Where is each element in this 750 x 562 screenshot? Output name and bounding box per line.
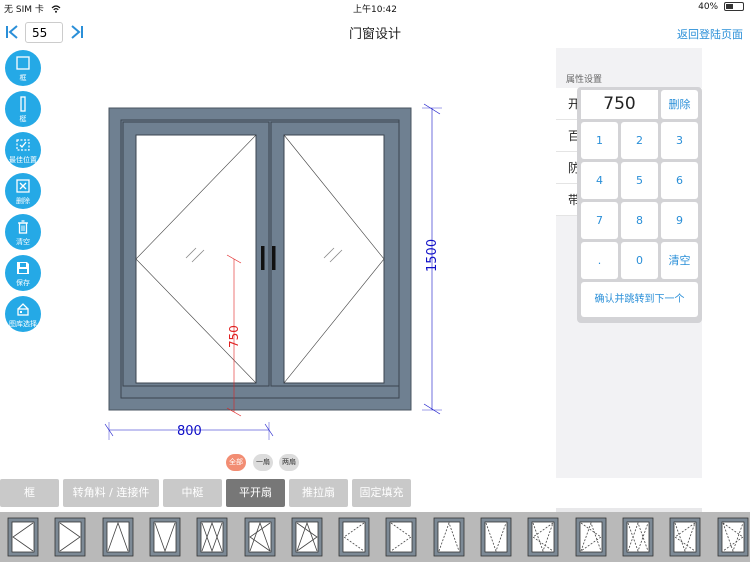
right-handle: [272, 246, 276, 270]
filter-two-sash[interactable]: 两扇: [279, 454, 299, 471]
app-root: 无 SIM 卡 上午10:42 40% 门窗设计 返回登陆页面 框 梃: [0, 0, 750, 562]
battery-area: 40%: [698, 2, 744, 12]
sash-type-icon: [7, 517, 39, 557]
tool-mullion-button[interactable]: 梃: [5, 91, 41, 127]
tool-clear-button[interactable]: 清空: [5, 214, 41, 250]
delete-icon: [16, 179, 30, 193]
back-to-login-link[interactable]: 返回登陆页面: [677, 26, 743, 42]
tool-save-button[interactable]: 保存: [5, 255, 41, 291]
keypad-key-0[interactable]: 0: [621, 242, 658, 279]
filter-all[interactable]: 全部: [226, 454, 246, 471]
tab-mullion[interactable]: 中梃: [163, 479, 222, 507]
tool-label: 保存: [16, 279, 30, 287]
sash-thumbnail[interactable]: [196, 517, 228, 557]
sash-thumbnail[interactable]: [291, 517, 323, 557]
sash-type-icon: [480, 517, 512, 557]
sash-type-icon: [149, 517, 181, 557]
sash-thumbnail[interactable]: [622, 517, 654, 557]
sash-type-icon: [385, 517, 417, 557]
sash-type-icon: [669, 517, 701, 557]
page-title: 门窗设计: [348, 27, 401, 42]
sash-thumbnail[interactable]: [527, 517, 559, 557]
keypad-key-7[interactable]: 7: [581, 202, 618, 239]
tab-corner-connector[interactable]: 转角料 / 连接件: [63, 479, 159, 507]
keypad-key-2[interactable]: 2: [621, 122, 658, 159]
tool-frame-button[interactable]: 框: [5, 50, 41, 86]
save-icon: [17, 262, 29, 274]
tab-casement-sash[interactable]: 平开扇: [226, 479, 285, 507]
tool-label: 框: [19, 74, 27, 82]
mullion-icon: [20, 96, 26, 112]
sash-height-label: 750: [227, 325, 241, 348]
sash-type-icon: [527, 517, 559, 557]
tool-gallery-button[interactable]: 图库选择: [5, 296, 41, 332]
tool-label: 图库选择: [9, 320, 37, 328]
best-position-icon: [16, 139, 30, 151]
sash-thumbnail-strip: [0, 512, 750, 562]
window-drawing-canvas[interactable]: 1500 800 750: [80, 92, 480, 472]
width-dimension[interactable]: 800: [104, 422, 274, 440]
sash-type-icon: [102, 517, 133, 557]
sash-type-icon: [196, 517, 228, 557]
tab-sliding-sash[interactable]: 推拉扇: [289, 479, 348, 507]
clock: 上午10:42: [353, 5, 397, 15]
tool-label: 删除: [16, 197, 30, 205]
keypad-key-4[interactable]: 4: [581, 162, 618, 199]
height-dimension-label: 1500: [425, 239, 440, 272]
keypad-display: 750: [581, 90, 658, 119]
tool-label: 最佳位置: [9, 156, 37, 164]
keypad-clear-button[interactable]: 清空: [661, 242, 698, 279]
keypad-key-5[interactable]: 5: [621, 162, 658, 199]
sash-type-icon: [291, 517, 323, 557]
property-panel-title: 属性设置: [566, 75, 603, 85]
sash-thumbnail[interactable]: [575, 517, 607, 557]
tool-label: 清空: [16, 238, 30, 246]
battery-icon: [724, 2, 744, 11]
sash-type-icon: [338, 517, 370, 557]
numeric-keypad: 750 删除 1 2 3 4 5 6 7 8 9 . 0 清空 确认并跳转到下一…: [577, 87, 702, 323]
keypad-confirm-button[interactable]: 确认并跳转到下一个: [581, 282, 698, 317]
keypad-key-6[interactable]: 6: [661, 162, 698, 199]
sash-type-icon: [575, 517, 606, 557]
battery-percent: 40%: [698, 2, 719, 12]
filter-one-sash[interactable]: 一扇: [253, 454, 273, 471]
keypad-key-1[interactable]: 1: [581, 122, 618, 159]
sash-thumbnail[interactable]: [480, 517, 512, 557]
width-dimension-label: 800: [177, 424, 202, 439]
keypad-key-3[interactable]: 3: [661, 122, 698, 159]
tool-delete-button[interactable]: 删除: [5, 173, 41, 209]
tool-label: 梃: [19, 115, 27, 123]
tab-frame[interactable]: 框: [0, 479, 59, 507]
sash-type-icon: [622, 517, 654, 557]
right-glass: [283, 134, 385, 384]
tab-fixed-fill[interactable]: 固定填充: [352, 479, 411, 507]
keypad-delete-button[interactable]: 删除: [661, 90, 698, 119]
sash-thumbnail[interactable]: [54, 517, 86, 557]
sash-type-icon: [717, 517, 748, 557]
sash-thumbnail[interactable]: [717, 517, 749, 557]
sash-thumbnail[interactable]: [669, 517, 701, 557]
keypad-key-8[interactable]: 8: [621, 202, 658, 239]
frame-icon: [16, 56, 30, 70]
sash-thumbnail[interactable]: [338, 517, 370, 557]
sash-type-icon: [244, 517, 275, 557]
sash-type-icon: [54, 517, 86, 557]
keypad-key-9[interactable]: 9: [661, 202, 698, 239]
sash-thumbnail[interactable]: [7, 517, 39, 557]
gallery-icon: [17, 303, 29, 316]
sash-thumbnail[interactable]: [433, 517, 465, 557]
sash-thumbnail[interactable]: [149, 517, 181, 557]
sash-type-icon: [433, 517, 465, 557]
sash-thumbnail[interactable]: [244, 517, 276, 557]
keypad-key-dot[interactable]: .: [581, 242, 618, 279]
status-bar: 无 SIM 卡 上午10:42 40%: [0, 0, 750, 16]
sash-thumbnail[interactable]: [102, 517, 134, 557]
sash-thumbnail[interactable]: [385, 517, 417, 557]
tool-best-position-button[interactable]: 最佳位置: [5, 132, 41, 168]
height-dimension[interactable]: 1500: [422, 103, 442, 415]
trash-icon: [18, 220, 28, 234]
left-handle: [261, 246, 265, 270]
